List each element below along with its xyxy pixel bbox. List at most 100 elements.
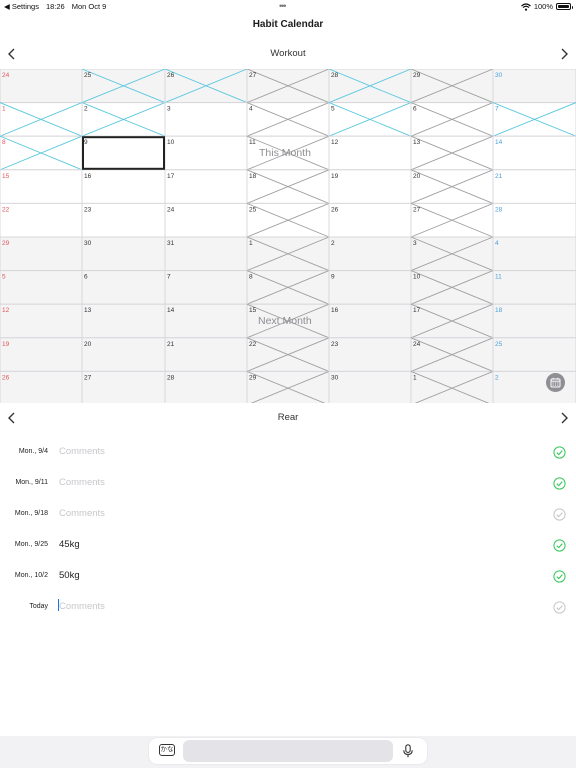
battery-percent: 100% bbox=[533, 2, 553, 11]
next-habit-chevron-right-icon[interactable] bbox=[556, 46, 572, 62]
calendar-day-number: 25 bbox=[495, 341, 503, 348]
calendar-day-number: 29 bbox=[2, 240, 10, 247]
calendar-day-number: 27 bbox=[249, 72, 257, 79]
calendar-cell[interactable] bbox=[164, 102, 248, 137]
calendar-cell[interactable] bbox=[328, 337, 412, 372]
calendar-day-number: 28 bbox=[495, 206, 503, 213]
calendar-cell[interactable] bbox=[0, 202, 83, 238]
calendar-cell[interactable] bbox=[81, 303, 166, 339]
calendar-day-number: 25 bbox=[249, 206, 257, 213]
check-circle-icon[interactable] bbox=[553, 446, 566, 459]
calendar-cell[interactable] bbox=[492, 303, 576, 339]
calendar-svg: 24 25 26 27 28 29 301 2 3 4 5 6 78 9 10 11 12 13 1415 16 17 1… bbox=[0, 69, 576, 403]
calendar-day-number: 2 bbox=[495, 374, 499, 381]
calendar-day-number: 11 bbox=[495, 274, 502, 281]
entry-comment-field[interactable]: Comments bbox=[59, 446, 105, 457]
list-item: Mon., 9/4 Comments bbox=[0, 437, 576, 468]
calendar-day-number: 1 bbox=[413, 374, 417, 381]
entry-comment-field[interactable]: 45kg bbox=[59, 539, 80, 550]
calendar-day-number: 18 bbox=[495, 307, 503, 314]
calendar-cell[interactable] bbox=[492, 135, 576, 171]
entry-comment-field[interactable]: Comments bbox=[59, 508, 105, 519]
microphone-icon[interactable] bbox=[402, 744, 414, 758]
status-date: Mon Oct 9 bbox=[71, 2, 107, 11]
calendar-cell[interactable] bbox=[0, 303, 83, 339]
calendar-day-number: 8 bbox=[2, 139, 6, 146]
calendar-cell[interactable] bbox=[0, 69, 83, 104]
calendar-day-number: 14 bbox=[495, 139, 503, 146]
calendar-day-number: 1 bbox=[2, 106, 6, 113]
check-circle-icon[interactable] bbox=[553, 477, 566, 490]
calendar-cell[interactable] bbox=[164, 236, 248, 272]
next-sub-habit-chevron-right-icon[interactable] bbox=[556, 410, 572, 426]
calendar-cell[interactable] bbox=[0, 236, 83, 272]
calendar-cell[interactable] bbox=[81, 236, 166, 272]
calendar-day-number: 29 bbox=[249, 374, 257, 381]
calendar-cell[interactable] bbox=[0, 370, 83, 403]
calendar-day-number: 23 bbox=[331, 341, 339, 348]
calendar-cell[interactable] bbox=[81, 169, 166, 204]
calendar-cell[interactable] bbox=[164, 202, 248, 238]
calendar-day-number: 12 bbox=[2, 307, 10, 314]
calendar-cell[interactable] bbox=[0, 169, 83, 204]
calendar-cell[interactable] bbox=[164, 135, 248, 171]
calendar-cell[interactable] bbox=[164, 370, 248, 403]
calendar-cell[interactable] bbox=[328, 202, 412, 238]
entry-comment-field[interactable]: 50kg bbox=[59, 570, 80, 581]
calendar-day-number: 16 bbox=[84, 173, 92, 180]
calendar-day-number: 2 bbox=[84, 106, 88, 113]
kana-keyboard-button[interactable]: かな bbox=[159, 744, 175, 756]
calendar-day-number: 21 bbox=[167, 341, 175, 348]
check-circle-icon[interactable] bbox=[553, 508, 566, 521]
check-circle-icon[interactable] bbox=[553, 539, 566, 552]
calendar-cell[interactable] bbox=[164, 169, 248, 204]
calendar-cell[interactable] bbox=[164, 303, 248, 339]
calendar-cell[interactable] bbox=[492, 236, 576, 272]
calendar-cell[interactable] bbox=[492, 270, 576, 305]
calendar-day-number: 26 bbox=[167, 72, 175, 79]
calendar-day-number: 12 bbox=[331, 139, 339, 146]
calendar-button[interactable] bbox=[546, 373, 565, 392]
calendar-day-number: 4 bbox=[495, 240, 499, 247]
calendar-day-number: 19 bbox=[2, 341, 10, 348]
calendar-cell[interactable] bbox=[0, 337, 83, 372]
calendar-cell[interactable] bbox=[328, 236, 412, 272]
calendar-cell[interactable] bbox=[164, 337, 248, 372]
calendar-cell[interactable] bbox=[492, 169, 576, 204]
calendar-cell[interactable] bbox=[328, 169, 412, 204]
entry-date: Mon., 9/18 bbox=[14, 510, 48, 517]
back-to-settings-link[interactable]: ◀ Settings bbox=[4, 2, 39, 11]
calendar-cell[interactable] bbox=[492, 69, 576, 104]
check-circle-icon[interactable] bbox=[553, 570, 566, 583]
calendar-day-number: 23 bbox=[84, 206, 92, 213]
calendar-day-number: 24 bbox=[2, 72, 10, 79]
entry-date: Today bbox=[29, 603, 48, 610]
calendar-cell[interactable] bbox=[0, 270, 83, 305]
predictive-text-field[interactable] bbox=[183, 740, 393, 762]
calendar-cell[interactable] bbox=[328, 270, 412, 305]
calendar-cell[interactable] bbox=[81, 337, 166, 372]
calendar-cell[interactable] bbox=[81, 370, 166, 403]
calendar-day-number: 5 bbox=[2, 274, 6, 281]
calendar-cell[interactable] bbox=[328, 135, 412, 171]
multitasking-dots-icon[interactable]: ••• bbox=[279, 1, 287, 11]
calendar-day-number: 14 bbox=[167, 307, 175, 314]
calendar-day-number: 5 bbox=[331, 106, 335, 113]
calendar-cell[interactable] bbox=[492, 337, 576, 372]
calendar-cell[interactable] bbox=[81, 135, 166, 171]
calendar-day-number: 4 bbox=[249, 106, 253, 113]
entry-comment-field[interactable]: Comments bbox=[59, 477, 105, 488]
entry-comment-field[interactable]: Comments bbox=[59, 601, 105, 612]
calendar-cell[interactable] bbox=[164, 270, 248, 305]
calendar-cell[interactable] bbox=[492, 202, 576, 238]
calendar-day-number: 24 bbox=[167, 206, 175, 213]
sub-habit-nav: Rear bbox=[0, 408, 576, 428]
calendar-cell[interactable] bbox=[328, 370, 412, 403]
calendar-cell[interactable] bbox=[81, 202, 166, 238]
calendar-cell[interactable] bbox=[81, 270, 166, 305]
habit-name: Workout bbox=[270, 48, 306, 59]
calendar-day-number: 16 bbox=[331, 307, 339, 314]
calendar-grid: 24 25 26 27 28 29 30 1 2 3 4 5 6 7 8 9 10 11 12 13 14 15 16 17 1… bbox=[0, 69, 576, 403]
calendar-cell[interactable] bbox=[328, 303, 412, 339]
check-circle-icon[interactable] bbox=[553, 601, 566, 614]
